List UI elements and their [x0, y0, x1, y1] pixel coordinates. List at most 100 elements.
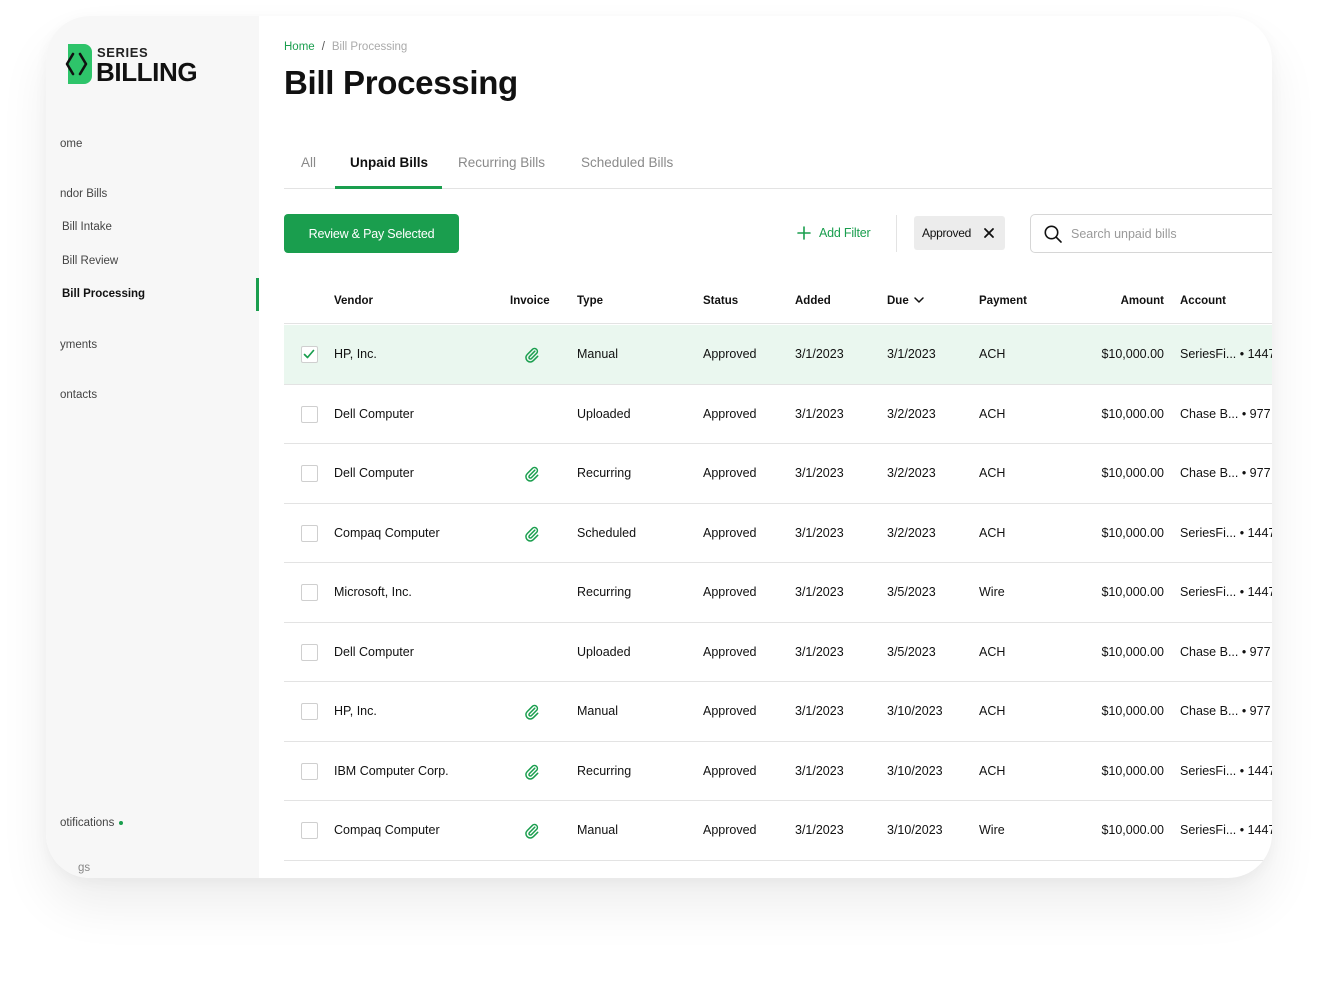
search-box[interactable]: [1030, 214, 1272, 253]
tab-bar: All Unpaid Bills Recurring Bills Schedul…: [284, 146, 1272, 189]
table-row[interactable]: Compaq Computer Manual Approved 3/1/2023 3/1…: [284, 801, 1272, 861]
table-row[interactable]: HP, Inc. Manual Approved 3/1/2023 3/1/2023 AC…: [284, 325, 1272, 385]
cell-type: Manual: [577, 704, 618, 718]
brand-logo[interactable]: SERIES BILLING: [60, 43, 220, 89]
cell-type: Uploaded: [577, 406, 631, 421]
cell-added: 3/1/2023: [795, 644, 844, 659]
paperclip-icon[interactable]: [524, 347, 540, 363]
cell-type: Recurring: [577, 466, 632, 480]
table-row[interactable]: Dell Computer Uploaded Approved 3/1/2023 3/2…: [284, 385, 1272, 444]
cell-account: Chase B... • 977: [1180, 466, 1271, 480]
cell-vendor: Compaq Computer: [334, 823, 440, 837]
column-header-payment[interactable]: Payment: [979, 295, 1027, 307]
column-header-due-label: Due: [887, 295, 909, 307]
row-checkbox[interactable]: [301, 643, 318, 661]
cell-status: Approved: [703, 585, 757, 599]
paperclip-icon[interactable]: [524, 823, 540, 839]
row-checkbox[interactable]: [301, 465, 318, 482]
sidebar-item-vendor-bills[interactable]: ndor Bills: [60, 188, 107, 200]
cell-amount: $10,000.00: [1101, 644, 1164, 659]
column-header-vendor[interactable]: Vendor: [334, 295, 373, 307]
cell-due: 3/2/2023: [887, 406, 936, 421]
row-checkbox[interactable]: [301, 703, 318, 720]
column-header-account[interactable]: Account: [1180, 295, 1226, 307]
main-content: Home / Bill Processing Bill Processing All…: [284, 16, 1272, 878]
cell-vendor: Dell Computer: [334, 644, 414, 659]
table-row[interactable]: IBM Computer Corp. Recurring Approved 3/1/2…: [284, 742, 1272, 801]
sidebar-item-bill-review[interactable]: Bill Review: [62, 255, 118, 267]
table-row[interactable]: Compaq Computer Scheduled Approved 3/1/2023…: [284, 504, 1272, 563]
cell-account: SeriesFi... • 1447: [1180, 763, 1272, 778]
cell-added: 3/1/2023: [795, 585, 844, 599]
cell-account: SeriesFi... • 1447: [1180, 823, 1272, 837]
cell-amount: $10,000.00: [1101, 704, 1164, 718]
cell-amount: $10,000.00: [1101, 525, 1164, 540]
paperclip-icon[interactable]: [524, 466, 540, 482]
cell-due: 3/5/2023: [887, 644, 936, 659]
brand-billing: BILLING: [96, 57, 198, 87]
column-header-invoice[interactable]: Invoice: [510, 295, 550, 307]
column-header-status[interactable]: Status: [703, 295, 738, 307]
tab-scheduled-bills[interactable]: Scheduled Bills: [581, 155, 673, 170]
row-checkbox[interactable]: [301, 346, 318, 363]
cell-due: 3/2/2023: [887, 525, 936, 540]
row-checkbox[interactable]: [301, 405, 318, 423]
sidebar-item-payments[interactable]: yments: [60, 339, 97, 351]
tab-recurring-bills[interactable]: Recurring Bills: [458, 155, 545, 170]
close-icon[interactable]: [983, 227, 995, 239]
cell-due: 3/1/2023: [887, 347, 936, 361]
sidebar-item-notifications[interactable]: otifications: [60, 817, 124, 829]
cell-due: 3/2/2023: [887, 466, 936, 480]
cell-payment: Wire: [979, 585, 1005, 599]
cell-added: 3/1/2023: [795, 406, 844, 421]
table-row[interactable]: Dell Computer Uploaded Approved 3/1/2023 3/5…: [284, 623, 1272, 682]
search-input[interactable]: [1071, 223, 1271, 245]
cell-status: Approved: [703, 644, 757, 659]
cell-payment: ACH: [979, 704, 1006, 718]
cell-vendor: IBM Computer Corp.: [334, 763, 449, 778]
cell-vendor: Compaq Computer: [334, 525, 440, 540]
cell-vendor: Microsoft, Inc.: [334, 585, 412, 599]
sidebar-item-home[interactable]: ome: [60, 138, 82, 150]
tab-unpaid-bills[interactable]: Unpaid Bills: [350, 155, 428, 170]
cell-payment: ACH: [979, 466, 1006, 480]
column-header-added[interactable]: Added: [795, 295, 831, 307]
sidebar-item-settings[interactable]: gs: [78, 862, 90, 874]
table-row[interactable]: Microsoft, Inc. Recurring Approved 3/1/2023…: [284, 563, 1272, 623]
cell-vendor: HP, Inc.: [334, 704, 377, 718]
paperclip-icon[interactable]: [524, 764, 540, 780]
cell-account: SeriesFi... • 1447: [1180, 585, 1272, 599]
table-row[interactable]: HP, Inc. Manual Approved 3/1/2023 3/10/2023 A…: [284, 682, 1272, 742]
add-filter-label: Add Filter: [819, 226, 871, 240]
row-checkbox[interactable]: [301, 762, 318, 780]
checkmark-icon: [303, 349, 315, 359]
cell-status: Approved: [703, 347, 757, 361]
paperclip-icon[interactable]: [524, 704, 540, 720]
row-checkbox[interactable]: [301, 524, 318, 542]
cell-added: 3/1/2023: [795, 704, 844, 718]
add-filter-button[interactable]: Add Filter: [797, 222, 871, 244]
cell-type: Scheduled: [577, 525, 637, 540]
breadcrumb-separator: /: [321, 41, 325, 53]
tab-all[interactable]: All: [301, 155, 316, 170]
row-checkbox[interactable]: [301, 822, 318, 839]
cell-due: 3/5/2023: [887, 585, 936, 599]
cell-account: SeriesFi... • 1447: [1180, 347, 1272, 361]
cell-type: Manual: [577, 823, 618, 837]
cell-due: 3/10/2023: [887, 704, 943, 718]
sidebar-item-bill-processing[interactable]: Bill Processing: [62, 288, 145, 300]
cell-amount: $10,000.00: [1101, 763, 1164, 778]
table-row[interactable]: Dell Computer Recurring Approved 3/1/2023 3/…: [284, 444, 1272, 504]
paperclip-icon[interactable]: [524, 526, 540, 542]
column-header-amount[interactable]: Amount: [1064, 295, 1164, 307]
review-pay-selected-button[interactable]: Review & Pay Selected: [284, 214, 459, 253]
sidebar-item-bill-intake[interactable]: Bill Intake: [62, 221, 112, 233]
breadcrumb-home-link[interactable]: Home: [284, 41, 315, 53]
row-checkbox[interactable]: [301, 584, 318, 601]
column-header-due[interactable]: Due: [887, 295, 924, 307]
column-header-type[interactable]: Type: [577, 295, 603, 307]
sidebar-item-contacts[interactable]: ontacts: [60, 389, 97, 401]
cell-vendor: HP, Inc.: [334, 347, 377, 361]
cell-amount: $10,000.00: [1101, 347, 1164, 361]
filter-chip-approved[interactable]: Approved: [914, 216, 1005, 250]
